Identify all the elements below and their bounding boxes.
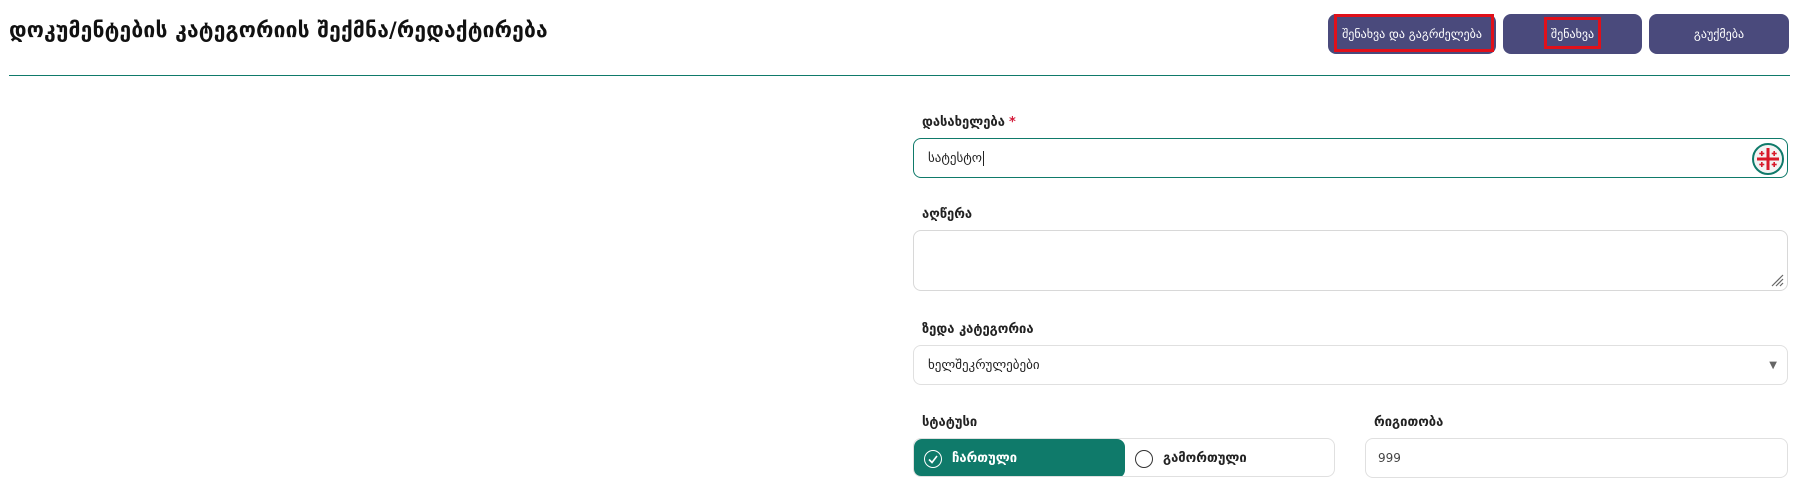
parent-category-select[interactable]: ხელშეკრულებები ▼: [913, 345, 1788, 385]
header-divider: [9, 75, 1790, 76]
save-and-continue-button[interactable]: შენახვა და გაგრძელება: [1328, 14, 1496, 54]
status-toggle-group: ჩართული გამორთული: [913, 438, 1335, 477]
save-button[interactable]: შენახვა: [1503, 14, 1642, 54]
status-option-on-label: ჩართული: [952, 451, 1018, 466]
parent-category-value: ხელშეკრულებები: [928, 357, 1040, 373]
required-mark: *: [1008, 115, 1016, 130]
parent-category-label: ზედა კატეგორია: [922, 322, 1034, 337]
name-input[interactable]: სატესტო: [913, 138, 1788, 178]
order-input[interactable]: 999: [1365, 438, 1788, 478]
order-value: 999: [1378, 451, 1401, 465]
page-title: დოკუმენტების კატეგორიის შექმნა/რედაქტირე…: [9, 18, 548, 42]
text-caret: [983, 150, 985, 166]
cancel-button[interactable]: გაუქმება: [1649, 14, 1789, 54]
resize-grip-icon[interactable]: [1770, 273, 1784, 287]
status-option-on[interactable]: ჩართული: [914, 439, 1125, 476]
caret-down-icon: ▼: [1769, 360, 1777, 371]
status-label: სტატუსი: [922, 415, 978, 430]
georgian-cross-icon[interactable]: [1752, 143, 1784, 175]
order-label: რიგითობა: [1374, 415, 1444, 430]
name-label: დასახელება *: [922, 115, 1016, 130]
name-label-text: დასახელება: [922, 115, 1005, 130]
description-label: აღწერა: [922, 207, 973, 222]
status-option-off-label: გამორთული: [1163, 451, 1247, 466]
status-option-off[interactable]: გამორთული: [1125, 439, 1334, 476]
description-textarea[interactable]: [913, 230, 1788, 291]
name-input-value: სატესტო: [928, 150, 983, 166]
check-circle-icon: [924, 449, 942, 468]
radio-empty-icon: [1135, 449, 1153, 468]
